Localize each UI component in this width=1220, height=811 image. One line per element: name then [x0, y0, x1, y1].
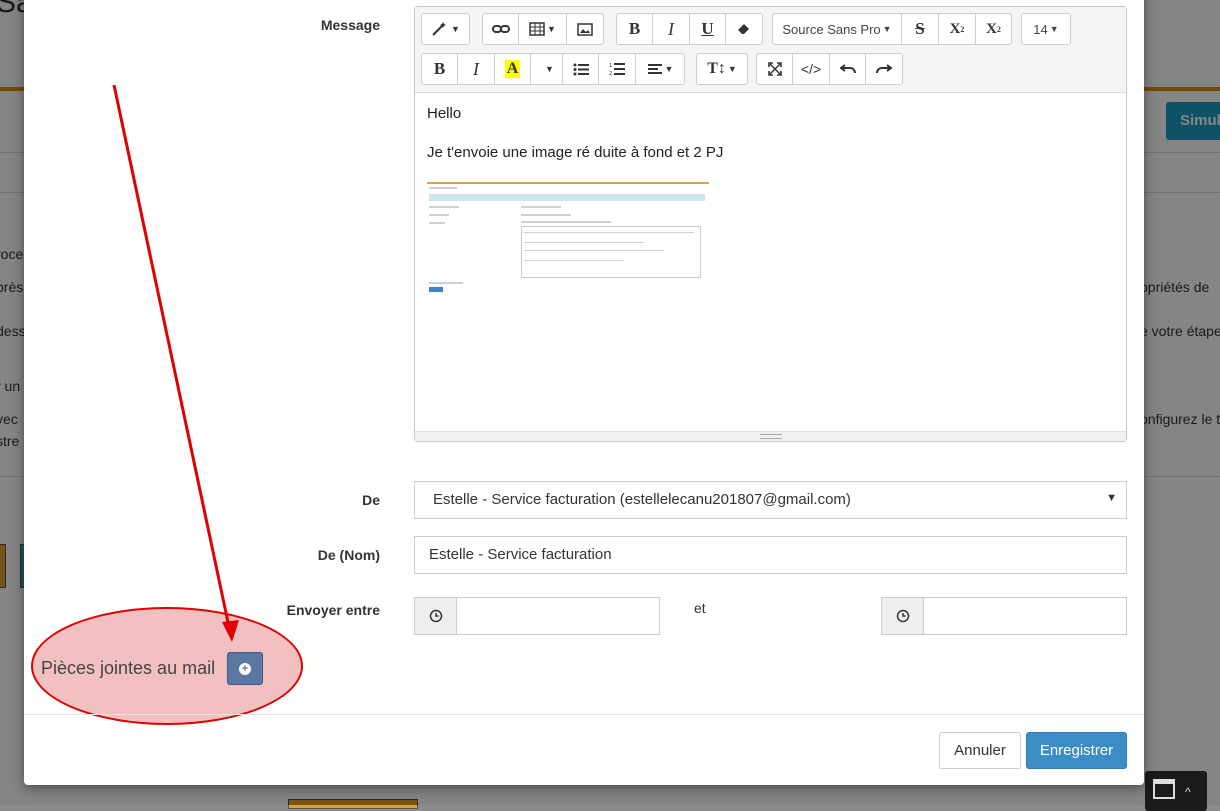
annotation-arrow [112, 84, 239, 642]
